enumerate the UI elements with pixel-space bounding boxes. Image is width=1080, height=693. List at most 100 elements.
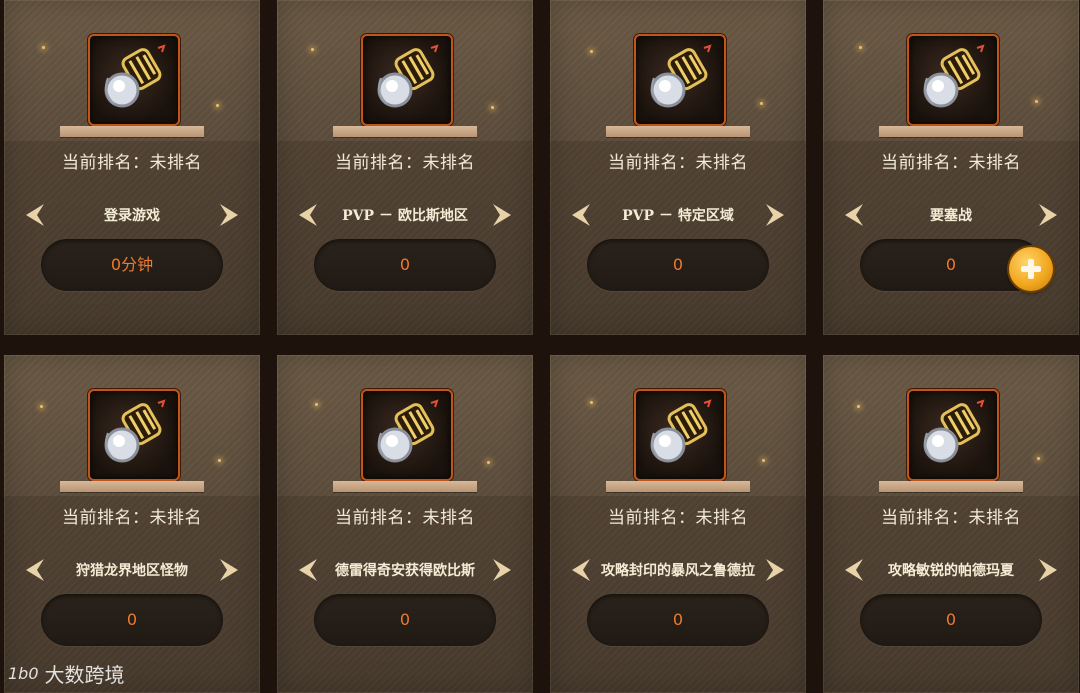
jewel-gauntlet-icon [104, 399, 166, 463]
current-rank-text: 当前排名：未排名 [62, 508, 202, 528]
watermark: 1b0 大数跨境 [8, 658, 125, 688]
progress-value: 0 [587, 239, 769, 291]
item-pedestal [60, 126, 204, 137]
arrow-left-icon[interactable] [843, 557, 865, 583]
item-pedestal [333, 481, 477, 492]
ranking-card: 当前排名：未排名 德雷得奇安获得欧比斯 0 [277, 355, 533, 693]
sparkle-decoration [1037, 457, 1040, 460]
progress-value: 0 [314, 239, 496, 291]
jewel-gauntlet-icon [923, 44, 985, 108]
ranking-card: 当前排名：未排名 要塞战 0 [823, 0, 1079, 335]
ranking-card: 当前排名：未排名 登录游戏 0分钟 [4, 0, 260, 335]
arrow-right-icon[interactable] [491, 557, 513, 583]
watermark-text: 大数跨境 [44, 662, 125, 687]
arrow-left-icon[interactable] [843, 202, 865, 228]
ranking-card: 当前排名：未排名 PVP － 欧比斯地区 0 [277, 0, 533, 335]
plus-icon[interactable] [1009, 247, 1053, 291]
sparkle-decoration [487, 461, 490, 464]
item-pedestal [879, 126, 1023, 137]
reward-item-slot[interactable] [907, 34, 999, 126]
sparkle-decoration [218, 459, 221, 462]
progress-value: 0分钟 [41, 239, 223, 291]
task-name: 狩猎龙界地区怪物 [76, 563, 188, 579]
sparkle-decoration [1035, 100, 1038, 103]
jewel-gauntlet-icon [650, 399, 712, 463]
ranking-card: 当前排名：未排名 攻略敏锐的帕德玛夏 0 [823, 355, 1079, 693]
arrow-right-icon[interactable] [764, 202, 786, 228]
task-selector: PVP － 欧比斯地区 [277, 200, 533, 230]
sparkle-decoration [40, 405, 43, 408]
jewel-gauntlet-icon [104, 44, 166, 108]
task-name: PVP － 特定区域 [622, 208, 734, 224]
task-name: 要塞战 [930, 208, 972, 224]
arrow-left-icon[interactable] [570, 557, 592, 583]
reward-item-slot[interactable] [907, 389, 999, 481]
item-pedestal [606, 126, 750, 137]
arrow-left-icon[interactable] [24, 557, 46, 583]
reward-item-slot[interactable] [88, 389, 180, 481]
item-pedestal [333, 126, 477, 137]
watermark-logo: 1b0 [8, 663, 39, 683]
jewel-gauntlet-icon [923, 399, 985, 463]
jewel-gauntlet-icon [650, 44, 712, 108]
ranking-card: 当前排名：未排名 PVP － 特定区域 0 [550, 0, 806, 335]
sparkle-decoration [590, 50, 593, 53]
task-selector: 要塞战 [823, 200, 1079, 230]
progress-value: 0 [41, 594, 223, 646]
task-selector: 登录游戏 [4, 200, 260, 230]
sparkle-decoration [315, 403, 318, 406]
sparkle-decoration [760, 102, 763, 105]
arrow-left-icon[interactable] [24, 202, 46, 228]
item-pedestal [879, 481, 1023, 492]
arrow-right-icon[interactable] [218, 202, 240, 228]
arrow-right-icon[interactable] [491, 202, 513, 228]
arrow-right-icon[interactable] [1037, 557, 1059, 583]
sparkle-decoration [311, 48, 314, 51]
progress-value: 0 [587, 594, 769, 646]
reward-item-slot[interactable] [634, 389, 726, 481]
task-selector: 攻略封印的暴风之鲁德拉 [550, 555, 806, 585]
jewel-gauntlet-icon [377, 399, 439, 463]
reward-item-slot[interactable] [361, 389, 453, 481]
task-name: 攻略敏锐的帕德玛夏 [888, 563, 1014, 579]
task-selector: 攻略敏锐的帕德玛夏 [823, 555, 1079, 585]
ranking-card-grid: 当前排名：未排名 登录游戏 0分钟 当前排名：未排名 PVP － 欧比斯地区 0… [0, 0, 1080, 693]
arrow-left-icon[interactable] [297, 557, 319, 583]
arrow-left-icon[interactable] [570, 202, 592, 228]
sparkle-decoration [859, 46, 862, 49]
reward-item-slot[interactable] [88, 34, 180, 126]
current-rank-text: 当前排名：未排名 [608, 153, 748, 173]
task-name: 登录游戏 [104, 208, 160, 224]
sparkle-decoration [216, 104, 219, 107]
arrow-right-icon[interactable] [764, 557, 786, 583]
task-name: PVP － 欧比斯地区 [342, 208, 468, 224]
task-selector: 德雷得奇安获得欧比斯 [277, 555, 533, 585]
sparkle-decoration [491, 106, 494, 109]
sparkle-decoration [762, 459, 765, 462]
reward-item-slot[interactable] [361, 34, 453, 126]
progress-value: 0 [314, 594, 496, 646]
current-rank-text: 当前排名：未排名 [608, 508, 748, 528]
item-pedestal [60, 481, 204, 492]
ranking-card: 当前排名：未排名 攻略封印的暴风之鲁德拉 0 [550, 355, 806, 693]
task-name: 攻略封印的暴风之鲁德拉 [601, 563, 755, 579]
sparkle-decoration [857, 405, 860, 408]
arrow-right-icon[interactable] [218, 557, 240, 583]
arrow-left-icon[interactable] [297, 202, 319, 228]
task-selector: 狩猎龙界地区怪物 [4, 555, 260, 585]
current-rank-text: 当前排名：未排名 [335, 153, 475, 173]
current-rank-text: 当前排名：未排名 [881, 508, 1021, 528]
task-selector: PVP － 特定区域 [550, 200, 806, 230]
sparkle-decoration [590, 401, 593, 404]
current-rank-text: 当前排名：未排名 [881, 153, 1021, 173]
task-name: 德雷得奇安获得欧比斯 [335, 563, 475, 579]
arrow-right-icon[interactable] [1037, 202, 1059, 228]
current-rank-text: 当前排名：未排名 [62, 153, 202, 173]
ranking-card: 当前排名：未排名 狩猎龙界地区怪物 0 [4, 355, 260, 693]
reward-item-slot[interactable] [634, 34, 726, 126]
item-pedestal [606, 481, 750, 492]
sparkle-decoration [42, 46, 45, 49]
progress-value: 0 [860, 594, 1042, 646]
jewel-gauntlet-icon [377, 44, 439, 108]
current-rank-text: 当前排名：未排名 [335, 508, 475, 528]
